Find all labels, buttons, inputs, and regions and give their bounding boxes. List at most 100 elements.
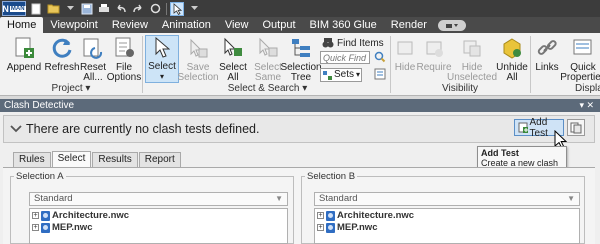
panel-title: Clash Detective [4,100,75,111]
group-project-text: Project [51,83,83,94]
undo-icon[interactable] [114,2,128,16]
select-button[interactable]: Select ▾ [145,35,179,83]
select-same-button[interactable]: Select Same [253,35,283,83]
require-icon [421,35,447,61]
tab-viewpoint[interactable]: Viewpoint [43,17,105,33]
select-cursor-icon[interactable] [170,1,184,16]
qat-customize-icon[interactable] [187,2,201,16]
new-file-icon[interactable] [29,2,43,16]
tab-report[interactable]: Report [138,152,181,167]
expand-icon[interactable]: + [32,212,39,219]
links-button[interactable]: Links [533,35,561,83]
require-button[interactable]: Require [416,35,452,83]
nwc-file-icon [326,222,335,233]
ribbon-separator [530,36,531,93]
hide-button[interactable]: Hide [393,35,417,83]
tab-animation[interactable]: Animation [155,17,218,33]
tree-item[interactable]: + MEP.nwc [30,222,287,233]
selection-a-legend: Selection A [14,171,66,182]
selection-b-dropdown-value: Standard [319,193,358,204]
hide-unselected-icon [459,35,485,61]
file-options-label: File Options [106,62,142,83]
reset-all-label: Reset All... [79,62,107,83]
tree-item[interactable]: + Architecture.nwc [30,210,287,221]
append-button[interactable]: Append [6,35,42,83]
selection-tree-button[interactable]: Selection Tree [280,35,322,83]
find-items-button[interactable]: Find Items [322,37,384,49]
tab-results[interactable]: Results [92,152,138,167]
sets-dropdown[interactable]: Sets ▾ [320,68,362,82]
quick-find-icon [374,51,386,63]
open-folder-icon[interactable] [46,2,60,16]
group-display-text: Display [575,83,600,94]
chevron-down-icon: ▼ [275,194,283,203]
manage-sets-icon [374,68,386,80]
import-export-icon [570,122,582,133]
panel-controls[interactable]: ▾ ✕ [579,99,594,112]
select-all-icon [220,35,246,61]
select-same-icon [255,35,281,61]
quick-find-input[interactable] [320,51,370,64]
dropdown-arrow-icon[interactable] [63,2,77,16]
file-options-button[interactable]: File Options [106,35,142,83]
binoculars-icon [322,38,334,48]
links-icon [534,35,560,61]
hide-icon [392,35,418,61]
tab-select[interactable]: Select [51,151,92,167]
tab-view[interactable]: View [218,17,256,33]
group-visibility-text: Visibility [442,83,478,94]
ribbon-panel: Append Refresh Reset All... File Options… [0,33,600,96]
selection-b-dropdown[interactable]: Standard ▼ [314,192,580,206]
redo-icon[interactable] [131,2,145,16]
chevron-down-icon[interactable] [10,125,22,133]
qat-separator [166,2,167,15]
tree-item[interactable]: + Architecture.nwc [315,210,579,221]
selection-tree-icon [288,35,314,61]
selection-b-tree[interactable]: + Architecture.nwc + MEP.nwc [314,208,580,244]
refresh-icon [49,35,75,61]
ribbon-separator [142,36,143,93]
import-export-button[interactable] [567,119,585,136]
quick-find-search-button[interactable] [374,51,386,63]
selection-a-tree[interactable]: + Architecture.nwc + MEP.nwc [29,208,288,244]
nwc-file-icon [41,210,50,221]
tab-bim360-glue[interactable]: BIM 360 Glue [303,17,384,33]
save-selection-label: Save Selection [177,62,219,83]
hide-unselected-button[interactable]: Hide Unselected [447,35,497,83]
reset-all-button[interactable]: Reset All... [80,35,106,83]
ribbon-minimize-toggle[interactable] [437,20,466,31]
selection-a-dropdown[interactable]: Standard ▼ [29,192,288,206]
tab-rules[interactable]: Rules [13,152,51,167]
group-select-search-text: Select & Search [227,83,300,94]
group-label-select-search[interactable]: Select & Search ▾ [145,83,390,95]
refresh-small-icon[interactable] [148,2,162,16]
tab-home[interactable]: Home [0,17,44,33]
tab-review[interactable]: Review [105,17,155,33]
expand-icon[interactable]: + [32,224,39,231]
tab-render[interactable]: Render [384,17,434,33]
select-cursor-large-icon [149,36,175,60]
select-all-label: Select All [219,62,247,83]
application-menu-button[interactable]: N MAN [2,1,26,16]
expand-icon[interactable]: + [317,212,324,219]
save-selection-button[interactable]: Save Selection [177,35,219,83]
clash-detective-title-bar[interactable]: Clash Detective ▾ ✕ [0,99,600,112]
unhide-all-button[interactable]: Unhide All [496,35,528,83]
quick-properties-button[interactable]: Quick Properties [560,35,600,83]
expand-icon[interactable]: + [317,224,324,231]
group-label-visibility: Visibility [390,83,530,95]
test-status-bar: There are currently no clash tests defin… [3,115,595,143]
tree-item[interactable]: + MEP.nwc [315,222,579,233]
app-logo-letter: N [2,3,9,14]
tab-output[interactable]: Output [256,17,303,33]
clash-tabs: Rules Select Results Report [13,151,182,167]
print-icon[interactable] [97,2,111,16]
group-label-project[interactable]: Project ▾ [0,83,142,95]
select-all-button[interactable]: Select All [219,35,247,83]
save-icon[interactable] [80,2,94,16]
unhide-all-icon [499,35,525,61]
manage-sets-button[interactable] [374,68,386,80]
select-same-label: Select Same [254,62,282,83]
refresh-button[interactable]: Refresh [45,35,80,83]
sets-dropdown-arrow: ▾ [356,70,361,79]
